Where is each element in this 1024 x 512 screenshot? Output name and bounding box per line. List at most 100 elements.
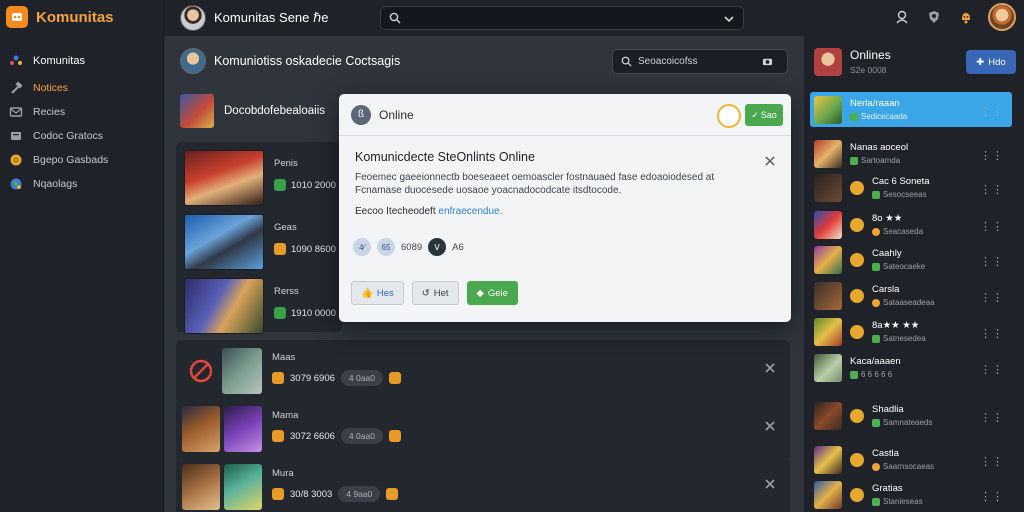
notification-bell-icon[interactable] bbox=[956, 7, 976, 27]
top-search-input[interactable] bbox=[380, 6, 744, 30]
reward-icon bbox=[386, 488, 399, 500]
post-thumbnail[interactable] bbox=[182, 406, 220, 452]
top-icons bbox=[892, 3, 1016, 31]
chevron-down-icon[interactable] bbox=[723, 13, 735, 25]
friend-name: Nerla/raaan bbox=[850, 98, 900, 109]
sidebar-item-bgepo[interactable]: Bgepo Gasbads bbox=[0, 148, 163, 172]
modal-link[interactable]: enfraecendue. bbox=[438, 206, 502, 217]
sidebar-item-codoc[interactable]: Codoc Gratocs bbox=[0, 124, 163, 148]
friend-row[interactable]: Nanas aoceol Sartoamda ⋮⋮ bbox=[810, 136, 1012, 171]
brand[interactable]: Komunitas bbox=[0, 0, 163, 34]
more-options-icon[interactable]: ⋮⋮ bbox=[980, 105, 1004, 118]
friend-row[interactable]: Caahly Sateocaeke ⋮⋮ bbox=[810, 242, 1012, 277]
reaction-love-icon[interactable]: 65 bbox=[377, 238, 395, 256]
close-icon[interactable] bbox=[765, 156, 775, 166]
friend-avatar[interactable] bbox=[814, 210, 842, 239]
post-name: Maas bbox=[272, 352, 296, 363]
friend-row[interactable]: Nerla/raaan Sedicecaada ⋮⋮ bbox=[810, 92, 1012, 127]
modal-header-button[interactable]: ✓ Sao bbox=[745, 104, 783, 126]
blocked-icon[interactable] bbox=[188, 358, 214, 384]
friend-row[interactable]: Kaca/aaaen 6 6 6 6 6 ⋮⋮ bbox=[810, 350, 1012, 385]
community-title: Komunitas Sene ℏe bbox=[214, 10, 329, 25]
sidebar-item-label: Nqaolags bbox=[33, 178, 78, 190]
post-stat: 30/8 3003 bbox=[290, 488, 333, 500]
modal-link-line: Eecoo Itecheodeft enfraecendue. bbox=[355, 206, 503, 217]
sidebar-item-label: Recies bbox=[33, 106, 66, 118]
post-thumbnail[interactable] bbox=[182, 464, 220, 510]
friend-avatar[interactable] bbox=[814, 353, 842, 382]
status-dot-icon bbox=[872, 227, 880, 236]
hammer-icon bbox=[8, 80, 24, 96]
friend-avatar[interactable] bbox=[814, 317, 842, 346]
modal-body-text: Feoemec gaeeionnectb boeseaeet oemoascle… bbox=[355, 172, 715, 196]
sidebar-item-notices[interactable]: Notices bbox=[0, 76, 163, 100]
status-dot-icon bbox=[872, 190, 880, 199]
friend-avatar[interactable] bbox=[814, 245, 842, 274]
friend-row[interactable]: Shadlia Samnateaeds ⋮⋮ bbox=[810, 398, 1012, 433]
share-button[interactable]: ◆ Geie bbox=[466, 281, 518, 305]
post-card[interactable]: Mura 30/8 3003 4 9aa0 bbox=[176, 456, 790, 512]
more-options-icon[interactable]: ⋮⋮ bbox=[980, 490, 1004, 503]
friend-row[interactable]: 8o ★★ Seacaseda ⋮⋮ bbox=[810, 207, 1012, 242]
post-stat: 1010 2000 bbox=[291, 179, 336, 191]
friend-row[interactable]: Carsla Sataaseadeaa ⋮⋮ bbox=[810, 278, 1012, 313]
post-card[interactable]: Maas 3079 6906 4 0aa0 bbox=[176, 340, 790, 404]
friend-status: Sataaseadeaa bbox=[883, 298, 935, 307]
profile-icon[interactable] bbox=[892, 7, 912, 27]
more-options-icon[interactable]: ⋮⋮ bbox=[980, 149, 1004, 162]
online-panel-button[interactable]: ✚ Hdo bbox=[966, 50, 1016, 74]
list-item[interactable]: Geas 1090 8600 bbox=[184, 214, 336, 270]
friend-avatar[interactable] bbox=[814, 445, 842, 474]
friend-row[interactable]: Gratias Stanieseas ⋮⋮ bbox=[810, 477, 1012, 512]
close-icon[interactable] bbox=[764, 420, 776, 432]
friend-avatar[interactable] bbox=[814, 281, 842, 310]
friend-avatar[interactable] bbox=[814, 480, 842, 509]
friend-row[interactable]: Cac 6 Soneta Sesocseeas ⋮⋮ bbox=[810, 170, 1012, 205]
header-avatar[interactable] bbox=[180, 48, 206, 74]
post-thumbnail[interactable] bbox=[224, 406, 262, 452]
friend-name: Gratias bbox=[872, 483, 903, 494]
post-thumbnail[interactable] bbox=[184, 214, 264, 270]
community-avatar[interactable] bbox=[180, 5, 206, 31]
more-options-icon[interactable]: ⋮⋮ bbox=[980, 327, 1004, 340]
shield-icon[interactable] bbox=[924, 7, 944, 27]
more-options-icon[interactable]: ⋮⋮ bbox=[980, 255, 1004, 268]
close-icon[interactable] bbox=[764, 478, 776, 490]
more-options-icon[interactable]: ⋮⋮ bbox=[980, 455, 1004, 468]
reaction-like-icon[interactable]: 4⁄ bbox=[353, 238, 371, 256]
friend-row[interactable]: Castla Saarnsocaeas ⋮⋮ bbox=[810, 442, 1012, 477]
post-thumbnail[interactable] bbox=[184, 278, 264, 334]
section-thumbnail[interactable] bbox=[180, 94, 214, 128]
more-options-icon[interactable]: ⋮⋮ bbox=[980, 220, 1004, 233]
post-thumbnail[interactable] bbox=[222, 348, 262, 394]
camera-icon[interactable] bbox=[762, 56, 773, 67]
main-search-input[interactable]: Seoacoicofss bbox=[612, 49, 788, 74]
post-thumbnail[interactable] bbox=[184, 150, 264, 206]
post-thumbnail[interactable] bbox=[224, 464, 262, 510]
friend-avatar[interactable] bbox=[814, 139, 842, 168]
sidebar-item-recies[interactable]: Recies bbox=[0, 100, 163, 124]
more-options-icon[interactable]: ⋮⋮ bbox=[980, 411, 1004, 424]
coin-icon bbox=[850, 288, 864, 303]
post-card[interactable]: Mama 3072 6606 4 0aa0 bbox=[176, 398, 790, 462]
list-item[interactable]: Rerss 1910 0000 bbox=[184, 278, 336, 334]
reply-button[interactable]: ↺ Het bbox=[411, 281, 459, 305]
more-options-icon[interactable]: ⋮⋮ bbox=[980, 363, 1004, 376]
reaction-dark-icon[interactable]: ꓦ bbox=[428, 238, 447, 256]
sidebar-item-komunitas[interactable]: Komunitas bbox=[0, 46, 163, 76]
chat-bubble-icon[interactable] bbox=[717, 104, 741, 128]
friend-avatar[interactable] bbox=[814, 401, 842, 430]
more-options-icon[interactable]: ⋮⋮ bbox=[980, 183, 1004, 196]
like-button[interactable]: 👍 Hes bbox=[351, 281, 404, 305]
list-item[interactable]: Penis 1010 2000 bbox=[184, 150, 336, 206]
close-icon[interactable] bbox=[764, 362, 776, 374]
friend-avatar[interactable] bbox=[814, 95, 842, 124]
sidebar-item-nqaolags[interactable]: Nqaolags bbox=[0, 172, 163, 196]
search-placeholder: Seoacoicofss bbox=[638, 56, 698, 67]
user-avatar[interactable] bbox=[988, 3, 1016, 31]
more-options-icon[interactable]: ⋮⋮ bbox=[980, 291, 1004, 304]
friend-row[interactable]: 8a★★ ★★ Satnesedea ⋮⋮ bbox=[810, 314, 1012, 349]
friend-name: Shadlia bbox=[872, 404, 904, 415]
panel-avatar[interactable] bbox=[814, 48, 842, 76]
friend-avatar[interactable] bbox=[814, 173, 842, 202]
